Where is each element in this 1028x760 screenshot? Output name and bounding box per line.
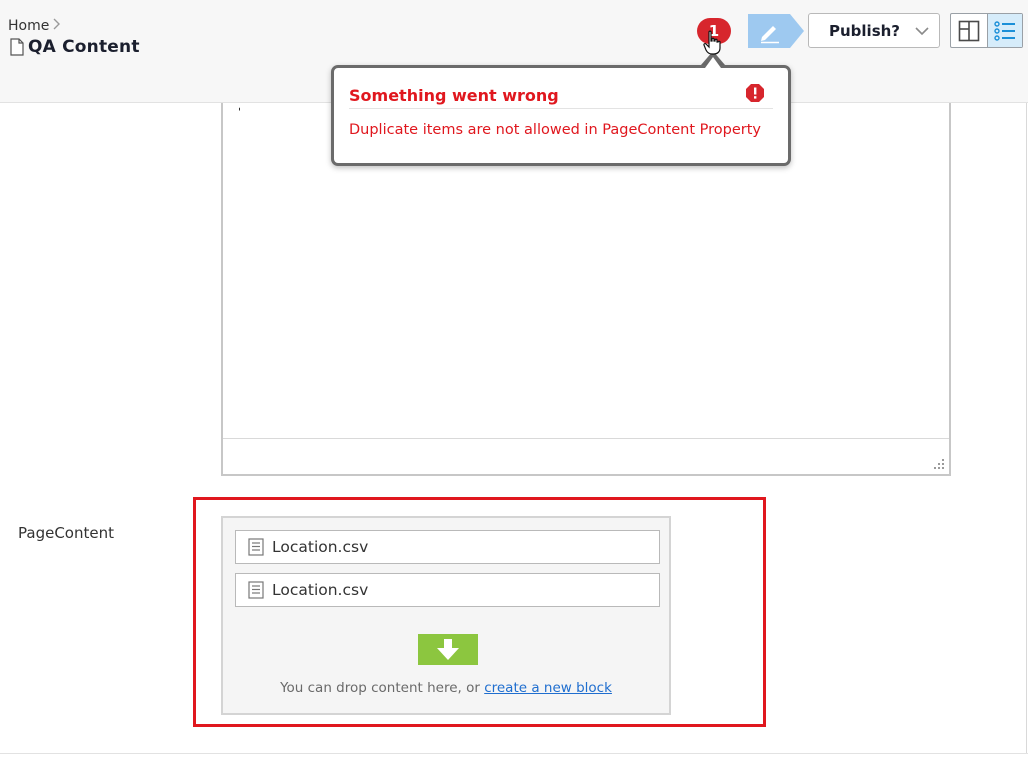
arrow-down-icon [437, 638, 459, 660]
content-item-name: Location.csv [272, 538, 369, 556]
list-view-button[interactable] [986, 14, 1022, 47]
content-item-name: Location.csv [272, 581, 369, 599]
resize-grip-icon[interactable] [933, 458, 945, 470]
error-title: Something went wrong [349, 86, 559, 105]
publish-label: Publish? [829, 21, 901, 40]
view-toggle [950, 13, 1023, 48]
drop-hint: You can drop content here, or create a n… [223, 680, 669, 696]
chevron-down-icon [915, 27, 929, 36]
page-title: QA Content [28, 37, 140, 57]
hand-cursor-icon [703, 30, 721, 55]
drop-hint-text: You can drop content here, or [280, 680, 480, 696]
drop-target-icon [418, 634, 478, 665]
split-layout-icon [958, 20, 980, 41]
publish-button[interactable]: Publish? [808, 13, 940, 48]
bottom-divider [0, 753, 1028, 754]
list-icon [994, 20, 1015, 41]
alert-icon [746, 84, 764, 102]
popover-divider [349, 108, 773, 109]
block-icon [248, 581, 264, 599]
content-area-dropzone[interactable]: Location.csv Location.csv You can drop c… [221, 516, 671, 715]
page-title-row: QA Content [10, 37, 140, 57]
block-icon [248, 538, 264, 556]
right-divider [1026, 103, 1027, 753]
chevron-right-icon [53, 18, 61, 34]
page-content-label: PageContent [18, 524, 114, 542]
pencil-icon [748, 14, 804, 48]
error-popover: Something went wrong Duplicate items are… [331, 65, 791, 166]
edit-button[interactable] [748, 14, 804, 48]
popover-arrow-inner [705, 57, 721, 68]
breadcrumb-home[interactable]: Home [8, 18, 49, 34]
document-icon [10, 38, 24, 56]
breadcrumb: Home [8, 18, 61, 34]
content-item[interactable]: Location.csv [235, 530, 660, 564]
create-block-link[interactable]: create a new block [484, 680, 612, 696]
error-message: Duplicate items are not allowed in PageC… [349, 122, 761, 138]
content-item[interactable]: Location.csv [235, 573, 660, 607]
layout-view-button[interactable] [951, 14, 987, 47]
editor-status-bar [223, 438, 949, 474]
cms-editor-page: Home QA Content 1 Publish? Something wen… [0, 0, 1028, 760]
